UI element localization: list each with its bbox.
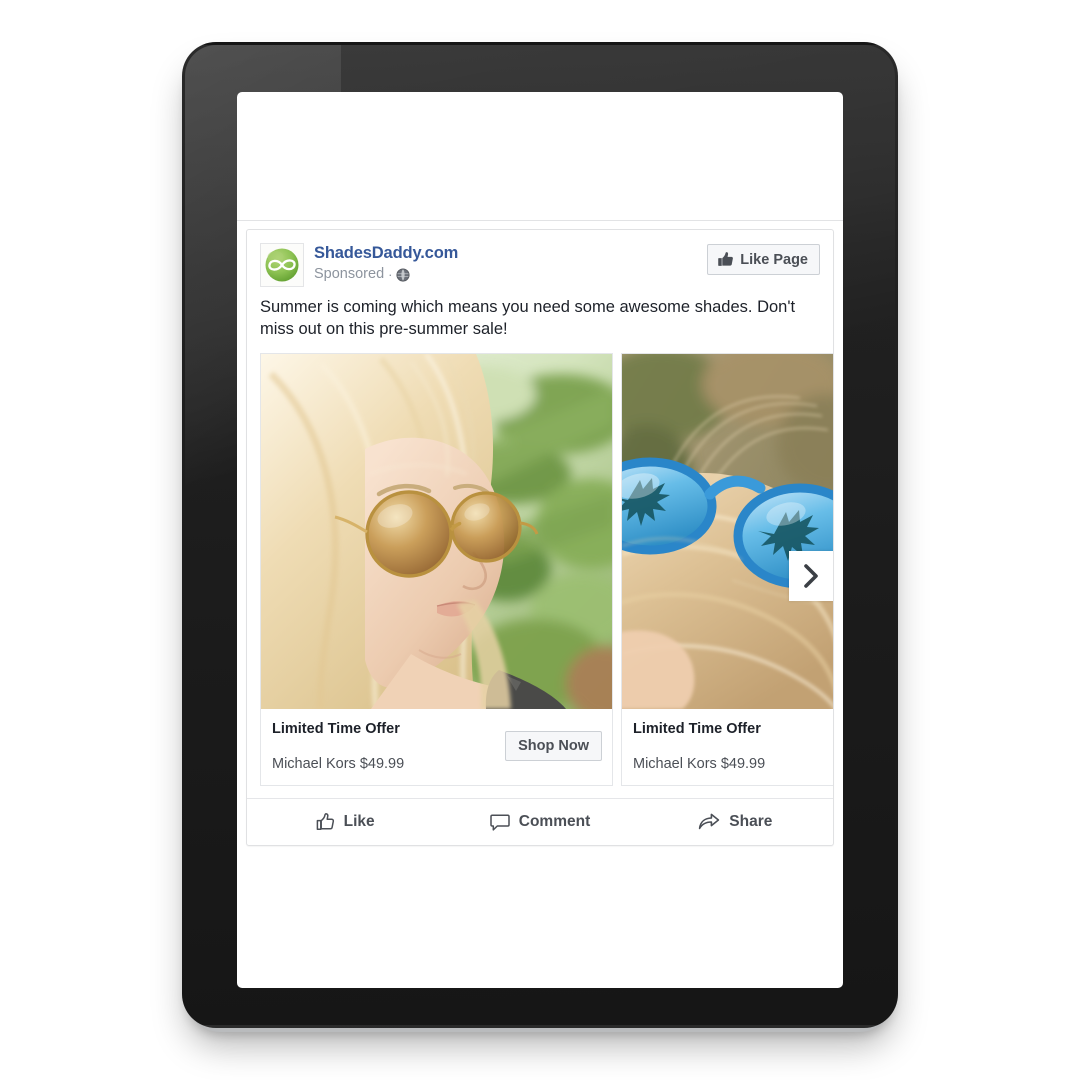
shop-now-button[interactable]: Shop Now <box>505 731 602 761</box>
post-body-text: Summer is coming which means you need so… <box>260 298 796 338</box>
carousel-card-caption: Limited Time Offer Michael Kors $49.99 S… <box>261 709 612 785</box>
carousel-card-photo <box>261 354 612 709</box>
like-page-label: Like Page <box>740 251 808 268</box>
post-header-text: ShadesDaddy.com Sponsored · <box>314 243 707 283</box>
feed-top-divider <box>237 220 843 221</box>
speech-bubble-icon <box>490 812 510 832</box>
facebook-sponsored-post: ShadesDaddy.com Sponsored · Like Page Su… <box>246 229 834 846</box>
share-button[interactable]: Share <box>638 799 833 845</box>
page-name-link[interactable]: ShadesDaddy.com <box>314 244 707 263</box>
thumbs-up-icon <box>717 251 734 268</box>
meta-separator: · <box>388 267 393 282</box>
carousel-card[interactable]: Limited Time Offer Michael Kors $49.99 S… <box>260 353 613 786</box>
carousel-next-button[interactable] <box>789 551 833 601</box>
carousel-card-subtitle: Michael Kors $49.99 <box>633 756 766 772</box>
share-arrow-icon <box>698 812 720 832</box>
avatar[interactable] <box>260 243 304 287</box>
like-page-button[interactable]: Like Page <box>707 244 820 275</box>
comment-button-label: Comment <box>518 813 591 830</box>
post-meta-row: Sponsored · <box>314 266 707 283</box>
carousel-card-caption: Limited Time Offer Michael Kors $49.99 <box>622 709 833 785</box>
carousel-card-title: Limited Time Offer <box>633 721 761 737</box>
carousel-card-photo <box>622 354 833 709</box>
comment-button[interactable]: Comment <box>442 799 637 845</box>
sponsored-label[interactable]: Sponsored <box>314 266 384 283</box>
share-button-label: Share <box>729 813 773 830</box>
shadesdaddy-infinity-logo-icon <box>262 245 302 285</box>
like-button-label: Like <box>343 813 375 830</box>
carousel: Limited Time Offer Michael Kors $49.99 S… <box>247 353 833 786</box>
thumbs-up-outline-icon <box>315 812 335 832</box>
chevron-right-icon <box>800 563 822 589</box>
post-action-bar: Like Comment Share <box>247 798 833 845</box>
globe-icon <box>396 267 411 282</box>
post-header: ShadesDaddy.com Sponsored · Like Page <box>247 230 833 287</box>
tablet-screen: ShadesDaddy.com Sponsored · Like Page Su… <box>237 92 843 988</box>
like-button[interactable]: Like <box>247 799 442 845</box>
screenshot-stage: ShadesDaddy.com Sponsored · Like Page Su… <box>0 0 1080 1080</box>
